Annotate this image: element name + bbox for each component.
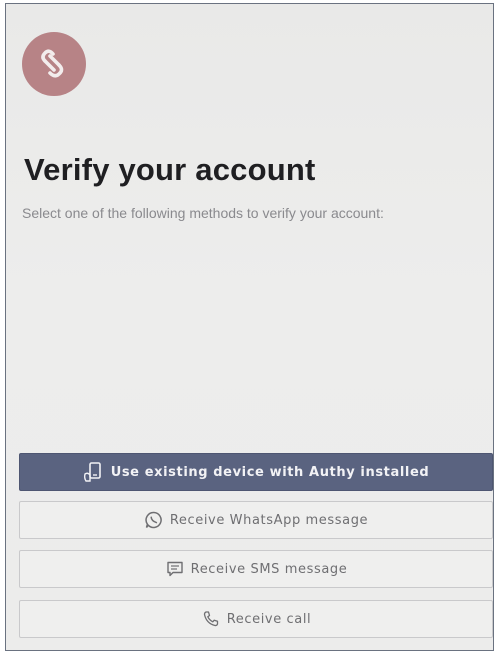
authy-logo-icon bbox=[41, 49, 64, 78]
receive-sms-button[interactable]: Receive SMS message bbox=[19, 550, 493, 588]
receive-call-label: Receive call bbox=[226, 611, 312, 627]
receive-call-button[interactable]: Receive call bbox=[19, 600, 493, 638]
whatsapp-icon bbox=[144, 510, 164, 530]
phone-icon bbox=[201, 609, 221, 629]
device-icon bbox=[83, 461, 105, 483]
receive-whatsapp-button[interactable]: Receive WhatsApp message bbox=[19, 501, 493, 539]
page-title: Verify your account bbox=[24, 152, 316, 187]
verify-screen: Verify your account Select one of the fo… bbox=[5, 3, 494, 651]
authy-logo bbox=[22, 32, 86, 96]
sms-icon bbox=[165, 559, 185, 579]
use-existing-device-button[interactable]: Use existing device with Authy installed bbox=[19, 453, 493, 491]
page-subtitle: Select one of the following methods to v… bbox=[22, 205, 384, 221]
receive-whatsapp-label: Receive WhatsApp message bbox=[169, 512, 369, 528]
use-existing-device-label: Use existing device with Authy installed bbox=[110, 464, 430, 480]
receive-sms-label: Receive SMS message bbox=[190, 561, 348, 577]
